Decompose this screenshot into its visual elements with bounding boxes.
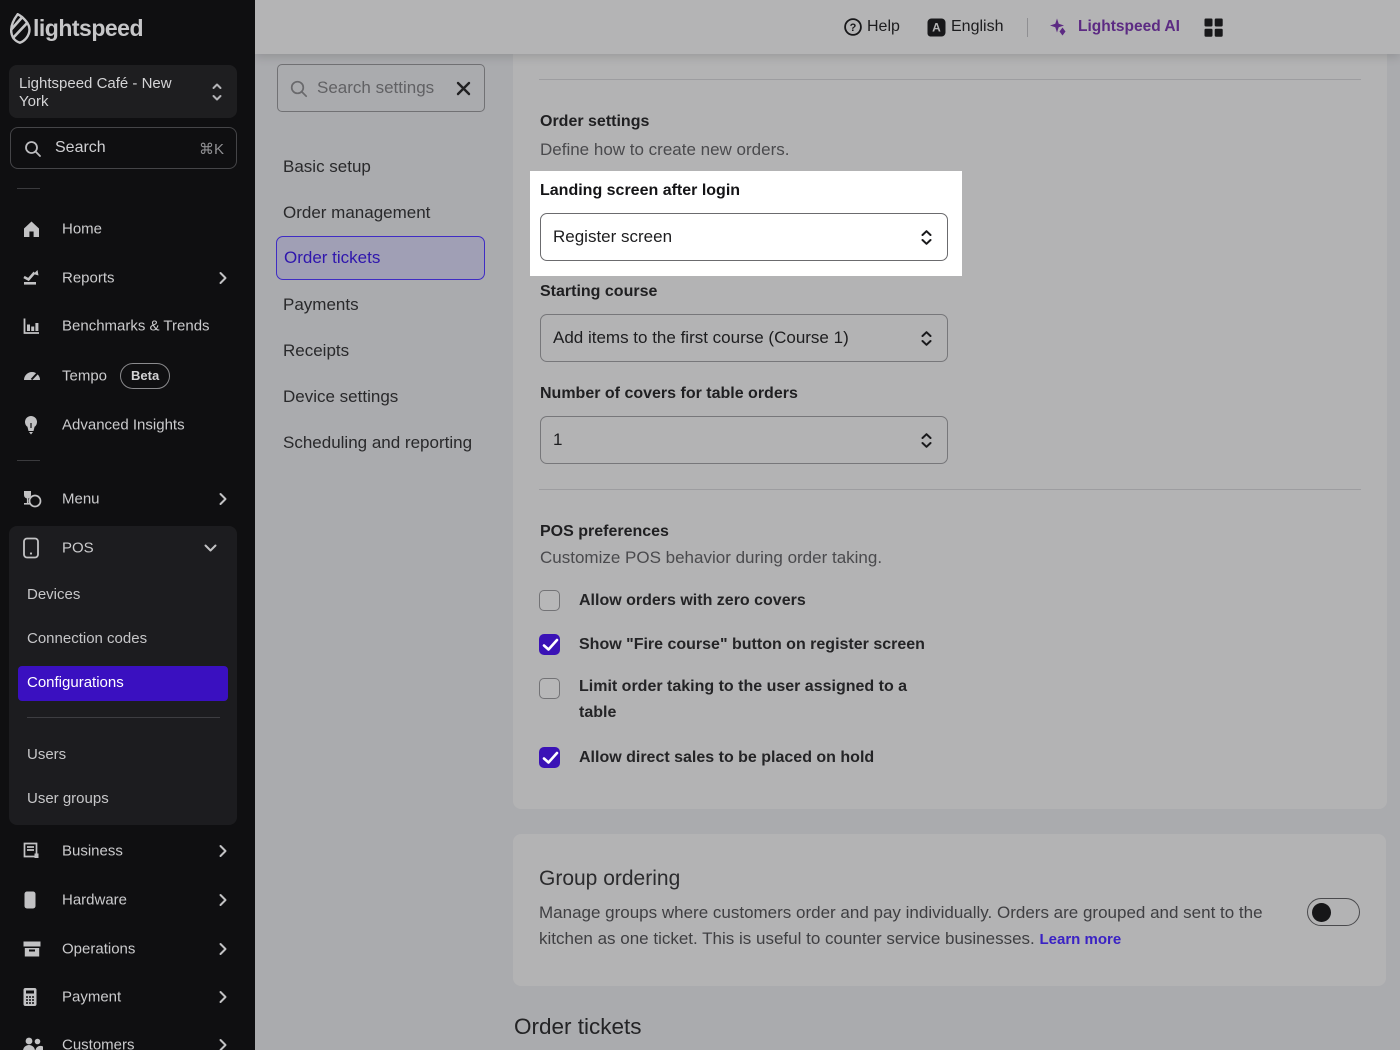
svg-text:?: ? <box>850 22 857 34</box>
svg-text:A: A <box>932 20 941 34</box>
